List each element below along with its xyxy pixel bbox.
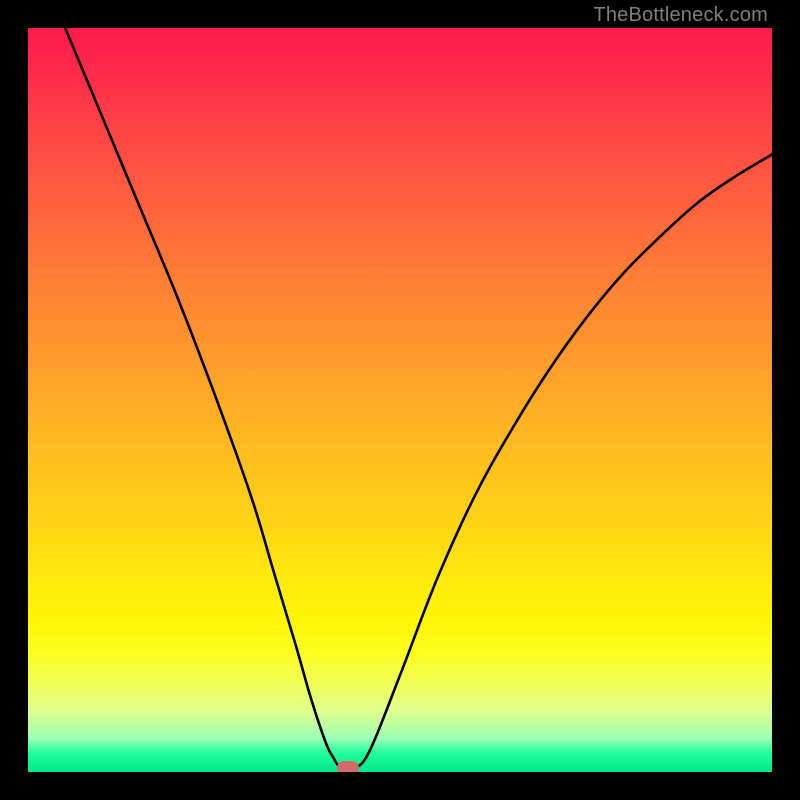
curve-layer xyxy=(28,28,772,772)
chart-frame: TheBottleneck.com xyxy=(0,0,800,800)
plot-area xyxy=(28,28,772,772)
optimal-marker xyxy=(337,761,359,772)
watermark-text: TheBottleneck.com xyxy=(593,4,768,27)
bottleneck-curve xyxy=(65,28,772,770)
